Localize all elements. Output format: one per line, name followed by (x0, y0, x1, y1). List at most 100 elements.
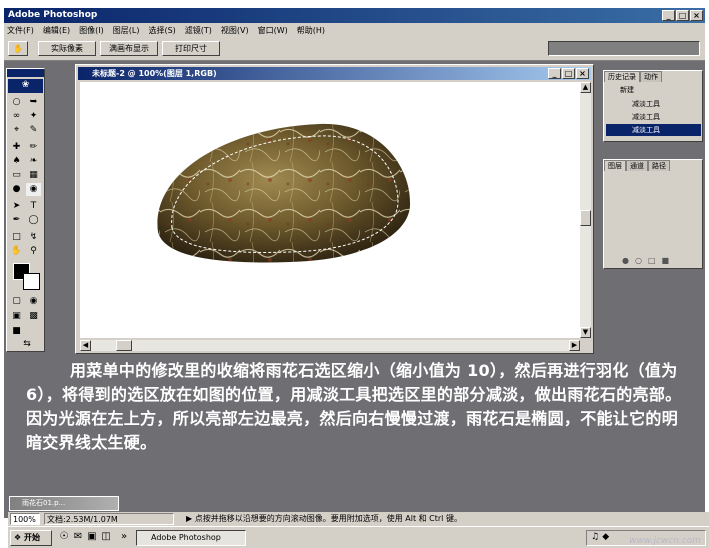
actual-pixels-button[interactable]: 实际像素 (38, 41, 96, 56)
app-title: Adobe Photoshop (8, 10, 98, 20)
history-brush-tool-icon[interactable]: ❧ (26, 155, 41, 168)
history-item[interactable]: 减淡工具 (606, 111, 701, 123)
minimize-button[interactable]: _ (662, 10, 675, 21)
print-size-button[interactable]: 打印尺寸 (162, 41, 220, 56)
menu-file[interactable]: 文件(F) (7, 25, 34, 36)
zoom-level[interactable]: 100% (10, 513, 40, 525)
path-selection-tool-icon[interactable]: ➤ (9, 200, 24, 213)
options-bar: ✋ 实际像素 满画布显示 打印尺寸 (4, 37, 705, 61)
doc-minimize-button[interactable]: _ (548, 68, 561, 79)
stamp-tool-icon[interactable]: ♠ (9, 155, 24, 168)
tab-layers[interactable]: 图层 (604, 160, 626, 171)
history-item-selected[interactable]: 减淡工具 (606, 124, 701, 136)
eraser-tool-icon[interactable]: ▭ (9, 169, 24, 182)
jump-to-imageready-icon[interactable]: ⇆ (17, 338, 37, 351)
doc-maximize-button[interactable]: □ (562, 68, 575, 79)
standard-mode-icon[interactable]: ▢ (9, 295, 24, 308)
tutorial-caption: 用菜单中的修改里的收缩将雨花石选区缩小（缩小值为 10），然后再进行羽化（值为 … (8, 353, 709, 493)
menu-image[interactable]: 图像(I) (79, 25, 104, 36)
history-item-label: 减淡工具 (632, 100, 660, 108)
type-tool-icon[interactable]: T (26, 200, 41, 213)
status-bar: 100% 文档:2.53M/1.07M ▶ 点按并拖移以沿想要的方向滚动图像。要… (8, 512, 709, 526)
layers-footer-icons: ●○□■ (622, 256, 676, 265)
menu-view[interactable]: 视图(V) (221, 25, 249, 36)
scroll-left-icon[interactable]: ◀ (80, 340, 91, 351)
watermark: www.jcwcn.com (629, 536, 701, 546)
magic-wand-tool-icon[interactable]: ✦ (26, 110, 41, 123)
status-tip: ▶ 点按并拖移以沿想要的方向滚动图像。要用附加选项，使用 Alt 和 Ctrl … (186, 514, 462, 523)
more-icon[interactable]: » (118, 531, 130, 543)
brush-tool-icon[interactable]: ✏ (26, 141, 41, 154)
taskbar-photoshop[interactable]: Adobe Photoshop (136, 530, 246, 546)
tab-channels[interactable]: 通道 (626, 160, 648, 171)
lasso-tool-icon[interactable]: ∞ (9, 110, 24, 123)
minimized-document[interactable]: 雨花石01.p... (9, 496, 119, 511)
hand-tool-icon[interactable]: ✋ (8, 41, 28, 56)
hand-tool-icon[interactable]: ✋ (9, 245, 24, 258)
vertical-scrollbar[interactable]: ▲ ▼ (580, 82, 591, 338)
history-item-label: 新建 (620, 86, 634, 94)
ie-icon[interactable]: ☉ (58, 531, 70, 543)
menu-help[interactable]: 帮助(H) (297, 25, 325, 36)
fit-on-screen-button[interactable]: 满画布显示 (100, 41, 158, 56)
screen-mode-black-icon[interactable]: ■ (9, 325, 24, 338)
menu-window[interactable]: 窗口(W) (258, 25, 288, 36)
menu-filter[interactable]: 滤镜(T) (185, 25, 212, 36)
horizontal-scrollbar[interactable]: ◀ ▶ (80, 340, 580, 351)
gradient-tool-icon[interactable]: ▦ (26, 169, 41, 182)
background-color-swatch[interactable] (23, 273, 40, 290)
outlook-icon[interactable]: ✉ (72, 531, 84, 543)
screen-mode-standard-icon[interactable]: ▣ (9, 310, 24, 323)
dodge-tool-icon[interactable]: ◉ (26, 183, 41, 196)
document-canvas[interactable] (80, 82, 580, 338)
tab-history[interactable]: 历史记录 (604, 71, 640, 82)
history-item-new[interactable]: 新建 (606, 84, 701, 96)
desktop-icon[interactable]: ▣ (86, 531, 98, 543)
close-button[interactable]: × (690, 10, 703, 21)
scroll-right-icon[interactable]: ▶ (569, 340, 580, 351)
windows-taskbar: ❖ 开始 ☉ ✉ ▣ ◫ » Adobe Photoshop ♫ ◆ (8, 526, 709, 548)
pen-tool-icon[interactable]: ✒ (9, 214, 24, 227)
folder-icon[interactable]: ◫ (100, 531, 112, 543)
slice-tool-icon[interactable]: ✎ (26, 124, 41, 137)
network-icon[interactable]: ◆ (602, 532, 609, 542)
history-item[interactable]: 减淡工具 (606, 98, 701, 110)
tab-actions[interactable]: 动作 (640, 71, 662, 82)
zoom-tool-icon[interactable]: ⚲ (26, 245, 41, 258)
layers-list (606, 173, 700, 253)
notes-tool-icon[interactable]: □ (9, 231, 24, 244)
status-tip-text: 点按并拖移以沿想要的方向滚动图像。要用附加选项，使用 Alt 和 Ctrl 键。 (194, 514, 462, 523)
screen-mode-full-icon[interactable]: ▩ (26, 310, 41, 323)
marquee-tool-icon[interactable]: ○ (9, 96, 24, 109)
taskbar-photoshop-label: Adobe Photoshop (151, 533, 221, 542)
crop-tool-icon[interactable]: ⌖ (9, 124, 24, 137)
move-tool-icon[interactable]: ➥ (26, 96, 41, 109)
photoshop-window: Adobe Photoshop _ □ × 文件(F) 编辑(E) 图像(I) … (4, 8, 709, 548)
document-titlebar: 未标题-2 @ 100%(图层 1,RGB) _ □ × (78, 67, 591, 80)
scroll-up-icon[interactable]: ▲ (580, 82, 591, 93)
doc-close-button[interactable]: × (576, 68, 589, 79)
tab-paths[interactable]: 路径 (648, 160, 670, 171)
menu-bar: 文件(F) 编辑(E) 图像(I) 图层(L) 选择(S) 滤镜(T) 视图(V… (4, 23, 705, 37)
eyedropper-tool-icon[interactable]: ↯ (26, 231, 41, 244)
shape-tool-icon[interactable]: ◯ (26, 214, 41, 227)
pebble-image (157, 123, 411, 263)
menu-edit[interactable]: 编辑(E) (43, 25, 70, 36)
blur-tool-icon[interactable]: ● (9, 183, 24, 196)
screenshot-frame: Adobe Photoshop _ □ × 文件(F) 编辑(E) 图像(I) … (0, 0, 709, 548)
layers-panel: 图层 通道 路径 ●○□■ (603, 159, 703, 269)
history-item-label: 减淡工具 (632, 126, 660, 134)
horizontal-scroll-thumb[interactable] (116, 340, 132, 351)
healing-brush-tool-icon[interactable]: ✚ (9, 141, 24, 154)
start-button[interactable]: ❖ 开始 (10, 530, 52, 546)
document-window: 未标题-2 @ 100%(图层 1,RGB) _ □ × ▲ ▼ ◀ ▶ (75, 64, 594, 354)
vertical-scroll-thumb[interactable] (580, 210, 591, 226)
quick-mask-icon[interactable]: ◉ (26, 295, 41, 308)
app-titlebar: Adobe Photoshop _ □ × (4, 8, 705, 23)
restore-button[interactable]: □ (676, 10, 689, 21)
photoshop-logo-icon: ❀ (8, 79, 43, 93)
volume-icon[interactable]: ♫ (587, 532, 599, 542)
scroll-down-icon[interactable]: ▼ (580, 327, 591, 338)
menu-select[interactable]: 选择(S) (148, 25, 175, 36)
menu-layer[interactable]: 图层(L) (113, 25, 140, 36)
